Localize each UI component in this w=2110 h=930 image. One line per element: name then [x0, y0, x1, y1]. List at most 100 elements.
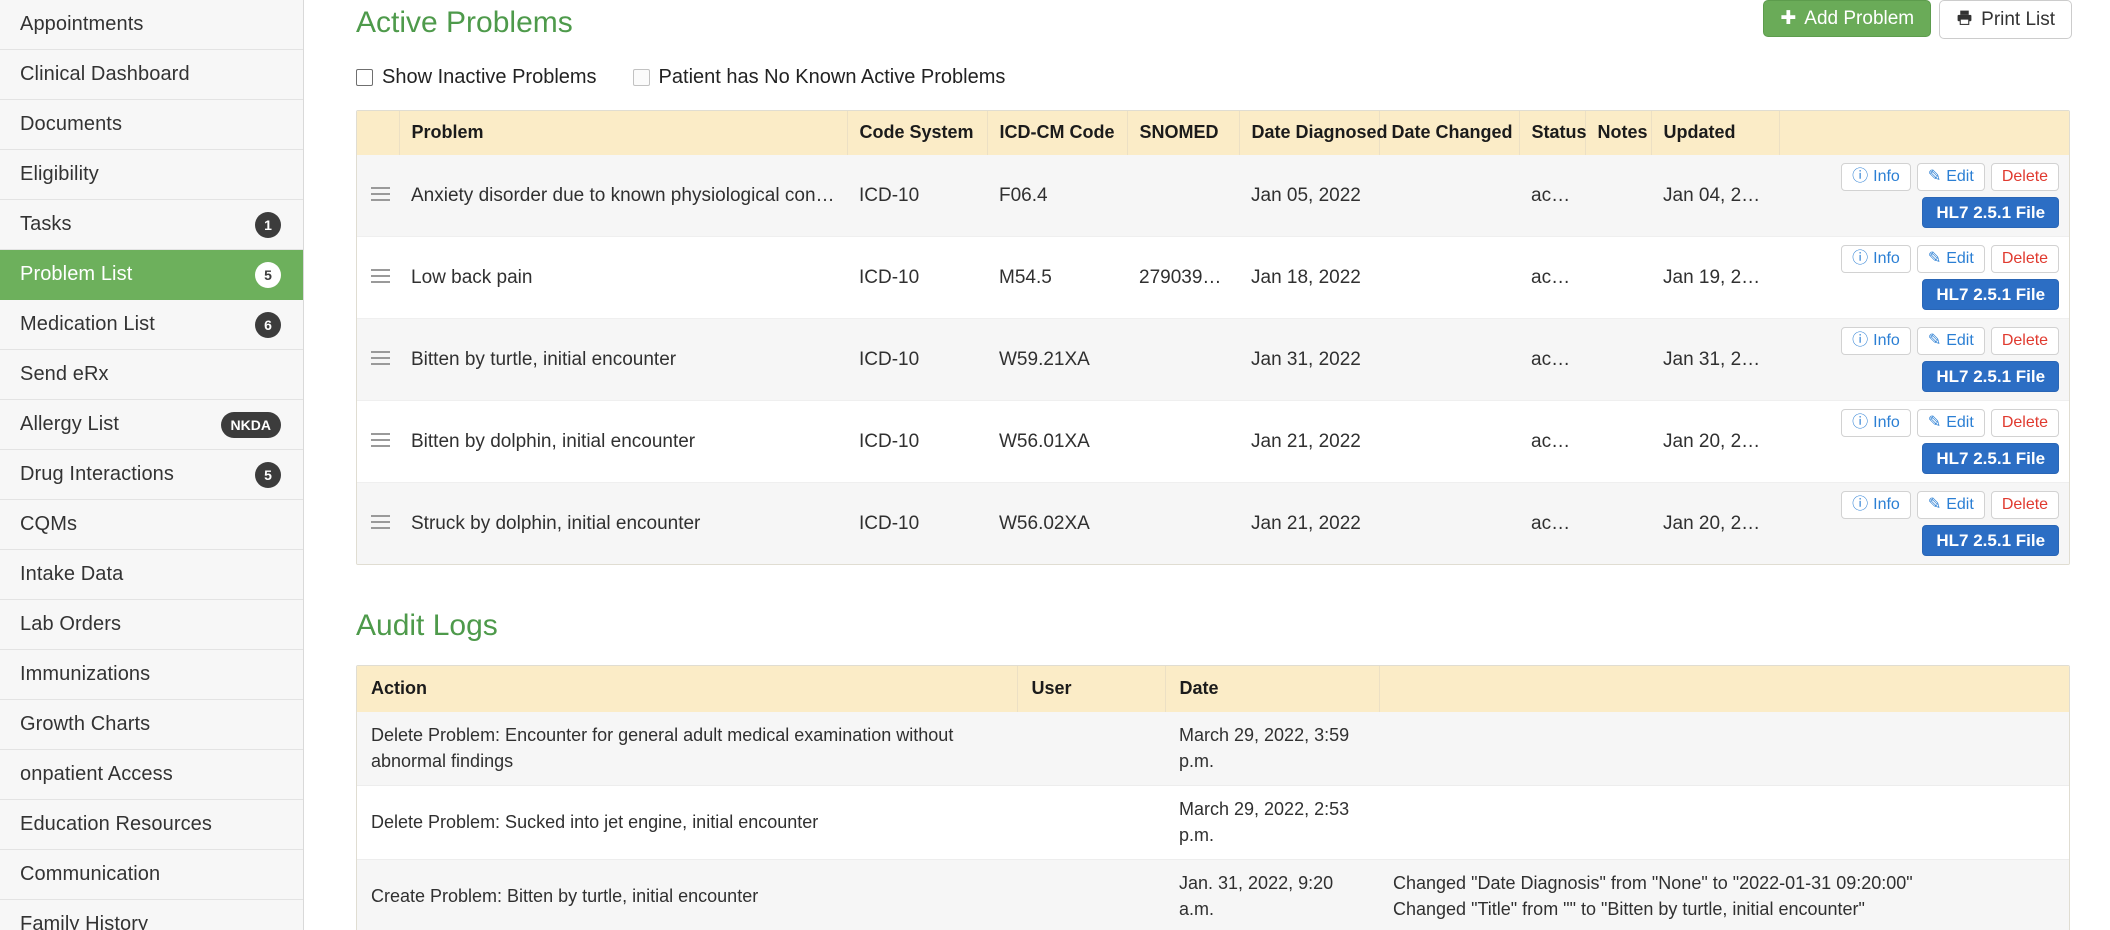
problem-filters: Show Inactive Problems Patient has No Kn…: [356, 64, 2070, 90]
cell-status: active: [1519, 236, 1585, 319]
cell-snomed: 279039007: [1127, 236, 1239, 319]
info-label: Info: [1873, 414, 1900, 431]
drag-handle-icon[interactable]: [371, 514, 390, 529]
col-drag: [357, 111, 400, 155]
info-label: Info: [1873, 332, 1900, 349]
sidebar-item-onpatient-access[interactable]: onpatient Access: [0, 750, 303, 800]
sidebar-item-documents[interactable]: Documents: [0, 100, 303, 150]
sidebar-item-label: Clinical Dashboard: [20, 63, 190, 85]
no-known-active-problems-checkbox[interactable]: Patient has No Known Active Problems: [632, 66, 1005, 89]
cell-problem: Bitten by dolphin, initial encounter: [399, 400, 847, 483]
sidebar-item-intake-data[interactable]: Intake Data: [0, 550, 303, 600]
cell-date-changed: [1379, 318, 1519, 401]
info-label: Info: [1873, 496, 1900, 513]
cell-date-diagnosed: Jan 21, 2022: [1239, 400, 1379, 483]
sidebar-item-tasks[interactable]: Tasks 1: [0, 200, 303, 250]
info-button[interactable]: ⓘ Info: [1841, 327, 1911, 355]
print-list-button[interactable]: Print List: [1939, 0, 2073, 39]
info-button[interactable]: ⓘ Info: [1841, 245, 1911, 273]
col-icd-cm-code[interactable]: ICD-CM Code: [987, 111, 1128, 155]
cell-date-changed: [1379, 236, 1519, 319]
info-button[interactable]: ⓘ Info: [1841, 491, 1911, 519]
sidebar-item-send-erx[interactable]: Send eRx: [0, 350, 303, 400]
audit-change-line: Changed "Date Diagnosis" from "None" to …: [1393, 873, 1913, 894]
col-notes[interactable]: Notes: [1585, 111, 1652, 155]
delete-label: Delete: [2001, 414, 2049, 431]
audit-user: [1017, 785, 1165, 861]
show-inactive-problems-checkbox[interactable]: Show Inactive Problems: [356, 66, 597, 89]
sidebar-item-label: Growth Charts: [20, 713, 151, 735]
delete-button[interactable]: Delete: [1990, 327, 2060, 355]
sidebar-item-growth-charts[interactable]: Growth Charts: [0, 700, 303, 750]
edit-button[interactable]: ✎ Edit: [1916, 327, 1985, 355]
col-code-system[interactable]: Code System: [847, 111, 988, 155]
drag-handle-icon[interactable]: [371, 268, 390, 283]
sidebar-navigation: Appointments Clinical Dashboard Documents E…: [0, 0, 304, 930]
sidebar-item-problem-list[interactable]: Problem List 5: [0, 250, 303, 300]
sidebar-item-label: Family History: [20, 913, 149, 930]
col-date-diagnosed[interactable]: Date Diagnosed: [1239, 111, 1388, 155]
delete-button[interactable]: Delete: [1990, 409, 2060, 437]
edit-button[interactable]: ✎ Edit: [1916, 163, 1985, 191]
col-date[interactable]: Date: [1165, 666, 1380, 712]
sidebar-item-immunizations[interactable]: Immunizations: [0, 650, 303, 700]
audit-date: March 29, 2022, 3:59 p.m.: [1165, 712, 1379, 787]
info-button[interactable]: ⓘ Info: [1841, 163, 1911, 191]
hl7-file-button[interactable]: HL7 2.5.1 File: [1922, 443, 2060, 474]
delete-button[interactable]: Delete: [1990, 491, 2060, 519]
row-actions-cell: ⓘ Info ✎ Edit Delete HL7 2.5.1 File: [1779, 236, 2070, 319]
hl7-label: HL7 2.5.1 File: [1936, 367, 2046, 386]
hl7-file-button[interactable]: HL7 2.5.1 File: [1922, 197, 2060, 228]
col-updated[interactable]: Updated: [1651, 111, 1780, 155]
col-action[interactable]: Action: [357, 666, 1018, 712]
sidebar-item-badge: 5: [255, 461, 281, 488]
delete-label: Delete: [2001, 250, 2049, 267]
sidebar-item-label: Lab Orders: [20, 613, 122, 635]
col-status[interactable]: Status: [1519, 111, 1587, 155]
audit-changes: Changed "Date Diagnosis" from "None" to …: [1379, 859, 2070, 930]
delete-label: Delete: [2001, 496, 2049, 513]
hl7-label: HL7 2.5.1 File: [1936, 449, 2046, 468]
delete-label: Delete: [2001, 332, 2049, 349]
row-actions-cell: ⓘ Info ✎ Edit Delete HL7 2.5.1 File: [1779, 400, 2070, 483]
cell-date-diagnosed: Jan 21, 2022: [1239, 482, 1379, 564]
app-root: Appointments Clinical Dashboard Documents E…: [0, 0, 2110, 930]
cell-notes: [1585, 482, 1651, 564]
sidebar-item-lab-orders[interactable]: Lab Orders: [0, 600, 303, 650]
drag-handle-icon[interactable]: [371, 186, 390, 201]
hl7-file-button[interactable]: HL7 2.5.1 File: [1922, 279, 2060, 310]
sidebar-item-drug-interactions[interactable]: Drug Interactions 5: [0, 450, 303, 500]
col-date-changed[interactable]: Date Changed: [1379, 111, 1520, 155]
edit-button[interactable]: ✎ Edit: [1916, 491, 1985, 519]
cell-updated: Jan 04, 2022: [1651, 155, 1779, 237]
sidebar-item-communication[interactable]: Communication: [0, 850, 303, 900]
edit-button[interactable]: ✎ Edit: [1916, 245, 1985, 273]
page-action-buttons: ✚ Add Problem Print List: [1763, 0, 2073, 39]
hl7-file-button[interactable]: HL7 2.5.1 File: [1922, 361, 2060, 392]
sidebar-item-appointments[interactable]: Appointments: [0, 0, 303, 50]
info-button[interactable]: ⓘ Info: [1841, 409, 1911, 437]
drag-handle-icon[interactable]: [371, 350, 390, 365]
sidebar-item-cqms[interactable]: CQMs: [0, 500, 303, 550]
col-snomed[interactable]: SNOMED: [1127, 111, 1240, 155]
add-problem-button[interactable]: ✚ Add Problem: [1763, 0, 1932, 37]
col-problem[interactable]: Problem: [399, 111, 848, 155]
sidebar-item-education-resources[interactable]: Education Resources: [0, 800, 303, 850]
sidebar-item-eligibility[interactable]: Eligibility: [0, 150, 303, 200]
drag-handle-icon[interactable]: [371, 432, 390, 447]
pencil-icon: ✎: [1927, 168, 1942, 185]
cell-status: active: [1519, 155, 1585, 237]
delete-button[interactable]: Delete: [1990, 245, 2060, 273]
sidebar-item-family-history[interactable]: Family History: [0, 900, 303, 930]
col-user[interactable]: User: [1017, 666, 1166, 712]
sidebar-item-clinical-dashboard[interactable]: Clinical Dashboard: [0, 50, 303, 100]
sidebar-item-label: CQMs: [20, 513, 78, 535]
sidebar-item-allergy-list[interactable]: Allergy List NKDA: [0, 400, 303, 450]
delete-button[interactable]: Delete: [1990, 163, 2060, 191]
sidebar-item-medication-list[interactable]: Medication List 6: [0, 300, 303, 350]
cell-notes: [1585, 236, 1651, 319]
hl7-file-button[interactable]: HL7 2.5.1 File: [1922, 525, 2060, 556]
edit-button[interactable]: ✎ Edit: [1916, 409, 1985, 437]
cell-code-system: ICD-10: [847, 318, 987, 401]
sidebar-item-label: Problem List: [20, 263, 133, 285]
